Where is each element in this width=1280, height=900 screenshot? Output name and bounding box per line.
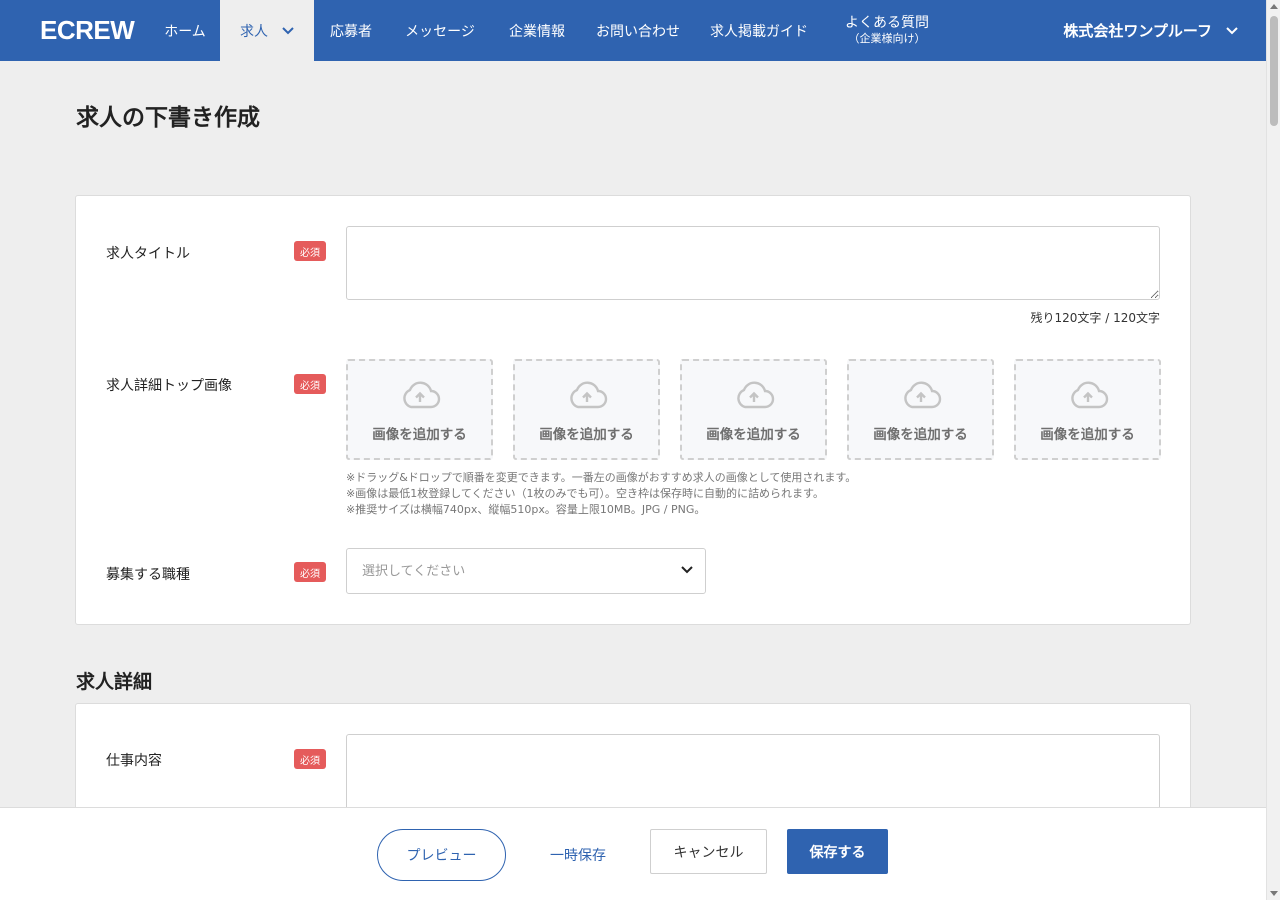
job-title-input[interactable]: [346, 226, 1160, 300]
cloud-upload-icon: [900, 381, 942, 413]
page-scrollbar[interactable]: [1266, 0, 1280, 900]
image-upload-slot-5[interactable]: 画像を追加する: [1014, 359, 1161, 460]
chevron-down-icon: [282, 26, 294, 35]
required-badge: 必須: [294, 749, 326, 769]
add-image-label: 画像を追加する: [539, 426, 634, 443]
nav-faq[interactable]: よくある質問 （企業様向け）: [824, 0, 950, 61]
company-menu[interactable]: 株式会社ワンプルーフ: [1063, 0, 1238, 61]
image-upload-slot-4[interactable]: 画像を追加する: [847, 359, 994, 460]
add-image-label: 画像を追加する: [873, 426, 968, 443]
scroll-down-arrow-icon[interactable]: [1270, 891, 1278, 896]
cloud-upload-icon: [566, 381, 608, 413]
occupation-select-placeholder: 選択してください: [362, 563, 466, 579]
nav-posting-guide-label: 求人掲載ガイド: [710, 23, 808, 40]
cloud-upload-icon: [733, 381, 775, 413]
nav-faq-sublabel: （企業様向け）: [848, 32, 926, 46]
nav-jobs-label: 求人: [240, 23, 268, 40]
image-note: ※画像は最低1枚登録してください（1枚のみでも可）。空き枠は保存時に自動的に詰め…: [346, 487, 824, 500]
nav-applicants-label: 応募者: [330, 23, 372, 40]
top-images-label: 求人詳細トップ画像: [106, 378, 232, 394]
image-upload-slot-1[interactable]: 画像を追加する: [346, 359, 493, 460]
required-badge: 必須: [294, 241, 326, 261]
page-title: 求人の下書き作成: [76, 105, 260, 131]
company-name: 株式会社ワンプルーフ: [1063, 22, 1212, 40]
image-upload-slot-3[interactable]: 画像を追加する: [680, 359, 827, 460]
save-button[interactable]: 保存する: [787, 829, 888, 874]
nav-home[interactable]: ホーム: [150, 0, 220, 61]
nav-faq-label: よくある質問: [845, 15, 929, 32]
nav-messages-label: メッセージ: [405, 23, 475, 40]
job-title-label: 求人タイトル: [106, 246, 190, 262]
nav-company-info[interactable]: 企業情報: [492, 0, 582, 61]
image-upload-slot-2[interactable]: 画像を追加する: [513, 359, 660, 460]
chevron-down-icon: [681, 566, 693, 574]
cloud-upload-icon: [1067, 381, 1109, 413]
add-image-label: 画像を追加する: [706, 426, 801, 443]
nav-jobs[interactable]: 求人: [220, 0, 314, 61]
cancel-button[interactable]: キャンセル: [650, 829, 767, 874]
chevron-down-icon: [1226, 26, 1238, 35]
required-badge: 必須: [294, 562, 326, 582]
action-footer: プレビュー 一時保存 キャンセル 保存する: [0, 807, 1266, 900]
job-title-char-count: 残り120文字 / 120文字: [1030, 311, 1160, 325]
image-upload-notes: ※ドラッグ&ドロップで順番を変更できます。一番左の画像がおすすめ求人の画像として…: [346, 470, 856, 518]
nav-contact[interactable]: お問い合わせ: [582, 0, 694, 61]
cloud-upload-icon: [399, 381, 441, 413]
image-note: ※ドラッグ&ドロップで順番を変更できます。一番左の画像がおすすめ求人の画像として…: [346, 471, 857, 484]
occupation-select[interactable]: 選択してください: [346, 548, 706, 594]
preview-button[interactable]: プレビュー: [377, 829, 506, 881]
occupation-label: 募集する職種: [106, 567, 190, 583]
top-navbar: ECREW ホーム 求人 応募者 メッセージ 企業情報 お問い合わせ 求人掲載ガ…: [0, 0, 1266, 61]
required-badge: 必須: [294, 374, 326, 394]
job-description-label: 仕事内容: [106, 753, 162, 769]
basic-info-card: 求人タイトル 必須 残り120文字 / 120文字 求人詳細トップ画像 必須 画…: [75, 195, 1191, 625]
save-draft-button[interactable]: 一時保存: [530, 829, 626, 881]
image-note: ※推奨サイズは横幅740px、縦幅510px。容量上限10MB。JPG / PN…: [346, 503, 706, 516]
nav-messages[interactable]: メッセージ: [388, 0, 492, 61]
nav-home-label: ホーム: [164, 23, 206, 40]
logo[interactable]: ECREW: [0, 0, 150, 61]
nav-posting-guide[interactable]: 求人掲載ガイド: [694, 0, 824, 61]
add-image-label: 画像を追加する: [1040, 426, 1135, 443]
nav-applicants[interactable]: 応募者: [314, 0, 388, 61]
scrollbar-thumb[interactable]: [1270, 16, 1278, 126]
image-upload-row: 画像を追加する 画像を追加する 画像を追加する 画像を追加する 画像を追加する: [346, 359, 1161, 460]
nav-company-info-label: 企業情報: [509, 23, 565, 40]
add-image-label: 画像を追加する: [372, 426, 467, 443]
job-details-section-title: 求人詳細: [76, 671, 153, 693]
scroll-up-arrow-icon[interactable]: [1270, 4, 1278, 9]
nav-contact-label: お問い合わせ: [596, 23, 680, 40]
